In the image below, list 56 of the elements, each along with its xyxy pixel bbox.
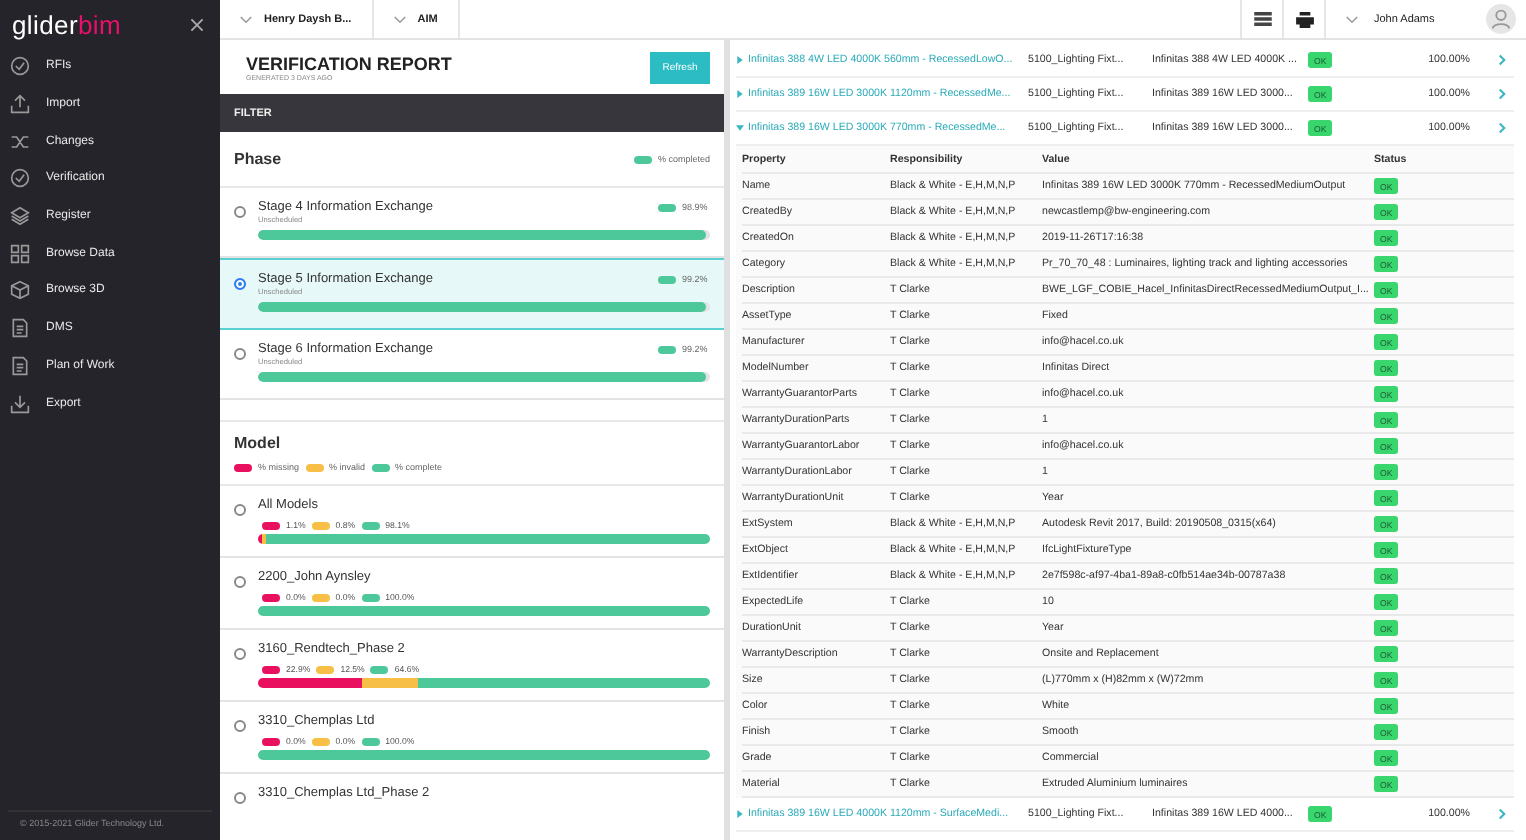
circle-check-icon [10, 168, 30, 189]
upload-icon [10, 94, 30, 115]
printer-icon [1295, 11, 1313, 27]
caret-right-icon[interactable] [736, 56, 744, 64]
list-icon [1253, 12, 1271, 26]
legend-swatch [262, 665, 280, 673]
radio-button[interactable] [234, 348, 246, 360]
chevron-right-icon[interactable] [1498, 88, 1506, 100]
download-icon [10, 393, 30, 414]
legend-swatch [371, 463, 390, 471]
radio-button[interactable] [234, 648, 246, 660]
radio-button[interactable] [234, 206, 246, 218]
radio-button[interactable] [234, 576, 246, 588]
circle-check-icon [10, 56, 30, 77]
chevron-down-icon [1346, 15, 1358, 23]
layers-icon [10, 206, 30, 227]
section-heading: Model [234, 434, 281, 452]
caret-down-icon[interactable] [736, 124, 744, 132]
legend-swatch [234, 463, 252, 471]
legend-swatch [262, 521, 280, 529]
document-icon [10, 355, 30, 376]
shuffle-icon [10, 131, 30, 152]
radio-button[interactable] [234, 720, 246, 732]
section-heading: Phase [234, 150, 282, 168]
chevron-right-icon[interactable] [1498, 808, 1506, 820]
legend-swatch [305, 463, 324, 471]
legend-swatch [658, 345, 676, 353]
grid-icon [10, 243, 30, 264]
logo: gliderbim [12, 9, 122, 39]
document-icon [10, 318, 30, 339]
legend-swatch [311, 521, 330, 529]
avatar-icon[interactable] [1486, 4, 1516, 34]
legend-swatch [361, 521, 380, 529]
chevron-right-icon[interactable] [1498, 54, 1506, 66]
caret-right-icon[interactable] [736, 810, 744, 818]
legend-swatch [361, 593, 380, 601]
chevron-down-icon [393, 15, 406, 23]
legend-swatch [370, 665, 389, 673]
close-icon[interactable] [190, 17, 204, 31]
legend-swatch [311, 737, 330, 745]
legend-swatch [361, 737, 380, 745]
chevron-down-icon [240, 15, 252, 23]
legend-swatch [633, 155, 652, 163]
radio-button[interactable] [234, 504, 246, 516]
legend-swatch [262, 737, 280, 745]
radio-button[interactable] [234, 278, 246, 290]
legend-swatch [658, 275, 676, 283]
chevron-right-icon[interactable] [1498, 122, 1506, 134]
report-title: VERIFICATION REPORT [246, 53, 452, 73]
legend-swatch [262, 593, 280, 601]
cube-icon [10, 280, 30, 301]
radio-button[interactable] [234, 792, 246, 804]
caret-right-icon[interactable] [736, 90, 744, 98]
legend-swatch [316, 665, 335, 673]
legend-swatch [658, 203, 676, 211]
legend-swatch [311, 593, 330, 601]
